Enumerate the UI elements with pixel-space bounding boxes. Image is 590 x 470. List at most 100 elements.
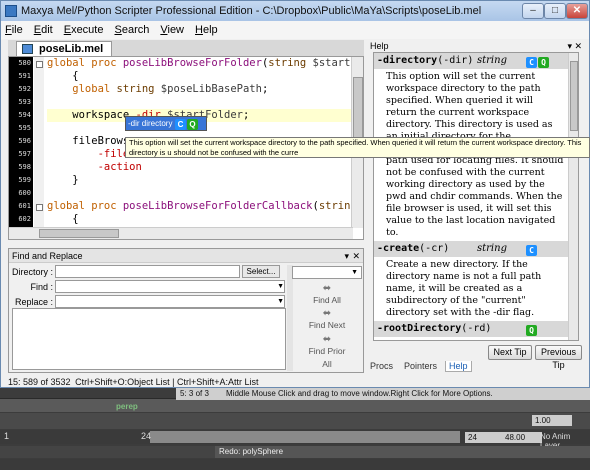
help-panel: Help ▾ ✕ -directory(-dir) string C Q This op… xyxy=(367,40,584,372)
line-number: 602 xyxy=(18,215,31,223)
create-badge: C xyxy=(175,119,186,130)
autocomplete-popup[interactable]: -dir directory CQ xyxy=(125,116,207,131)
code-line[interactable]: global proc poseLibBrowseForFolderCallba… xyxy=(47,200,352,213)
line-number-gutter: 580 591 592 593 594 595 596 597 598 599 600 601 602 xyxy=(9,57,33,228)
replace-dropdown-icon[interactable]: ▼ xyxy=(277,298,284,305)
menu-label-rest: earch xyxy=(121,24,150,36)
query-badge: Q xyxy=(538,57,549,68)
maximize-button[interactable]: □ xyxy=(544,3,566,19)
menu-help[interactable]: Help xyxy=(195,24,218,36)
code-token: string xyxy=(318,200,352,212)
code-token: global proc xyxy=(47,57,123,69)
query-badge: Q xyxy=(187,119,198,130)
menu-accelerator: E xyxy=(33,24,42,36)
flag-tooltip: This option will set the current workspa… xyxy=(125,137,590,158)
maya-time-slider[interactable] xyxy=(0,398,590,412)
menu-search[interactable]: Search xyxy=(114,24,149,36)
binoculars-icon: ⬌ xyxy=(322,283,332,294)
code-token: ; xyxy=(243,109,250,121)
menu-execute[interactable]: Execute xyxy=(64,24,104,36)
help-scrollbar[interactable] xyxy=(568,53,578,340)
help-flag-short: (-dir) xyxy=(437,55,474,66)
find-all-files-button[interactable]: All xyxy=(299,359,355,369)
menu-edit[interactable]: Edit xyxy=(34,24,53,36)
code-token: string xyxy=(116,83,155,95)
directory-field[interactable] xyxy=(55,265,240,278)
fold-toggle-icon[interactable] xyxy=(34,200,44,213)
select-directory-button[interactable]: Select... xyxy=(242,265,280,278)
menu-label-rest: xecute xyxy=(71,24,104,36)
help-flag-name: -directory xyxy=(377,55,438,66)
maya-range-end-field[interactable]: 24 xyxy=(465,432,505,443)
help-title: Help xyxy=(370,41,389,51)
help-flag-row: -directory(-dir) string C Q xyxy=(374,53,570,69)
find-results-area[interactable] xyxy=(12,308,286,370)
line-number: 597 xyxy=(18,150,31,158)
help-tab-procs[interactable]: Procs xyxy=(367,361,396,371)
fold-margin[interactable] xyxy=(34,57,44,228)
fold-toggle-icon[interactable] xyxy=(34,57,44,70)
maya-command-line[interactable]: Redo: polySphere xyxy=(0,446,590,458)
help-flag-badges: C xyxy=(525,243,537,259)
help-flag-badges: CQ xyxy=(525,55,549,71)
code-token: { xyxy=(47,213,79,225)
editor-hscroll-thumb[interactable] xyxy=(39,229,119,238)
help-tab-help[interactable]: Help xyxy=(445,361,472,372)
help-flag-type: string xyxy=(477,55,507,66)
code-token: global proc xyxy=(47,200,123,212)
close-icon[interactable]: ✕ xyxy=(352,249,360,263)
code-line[interactable] xyxy=(47,96,352,109)
find-scrollbar[interactable] xyxy=(287,265,293,371)
code-line[interactable]: { xyxy=(47,213,352,226)
menu-accelerator: S xyxy=(114,24,122,36)
code-line[interactable]: } xyxy=(47,174,352,187)
find-next-button[interactable]: ⬌ Find Next xyxy=(299,309,355,331)
menu-file[interactable]: File xyxy=(5,24,23,36)
find-all-files-label: All xyxy=(322,359,332,369)
title-bar[interactable]: Maxya Mel/Python Scripter Professional E… xyxy=(1,1,589,21)
maya-range-bar[interactable] xyxy=(150,431,460,443)
code-line[interactable] xyxy=(47,187,352,200)
help-entries: -directory(-dir) string C Q This option will… xyxy=(374,53,570,340)
cursor-position: 15: 589 of 3532 xyxy=(8,377,71,387)
menu-view[interactable]: View xyxy=(160,24,184,36)
maya-frame-field[interactable]: 1.00 xyxy=(532,415,572,426)
help-tab-pointers[interactable]: Pointers xyxy=(401,361,440,371)
code-token: poseLibBrowseForFolderCallback xyxy=(122,200,313,212)
help-scroll-thumb[interactable] xyxy=(570,61,578,131)
find-prior-button[interactable]: ⬌ Find Prior xyxy=(299,335,355,357)
menu-label-rest: ile xyxy=(11,24,23,36)
line-number: 592 xyxy=(18,85,31,93)
close-button[interactable]: ✕ xyxy=(566,3,588,19)
find-next-label: Find Next xyxy=(308,320,346,330)
pin-icon[interactable]: ▾ xyxy=(344,249,349,263)
code-line[interactable]: global string $poseLibBasePath; xyxy=(47,83,352,96)
find-all-button[interactable]: ⬌ Find All xyxy=(299,283,355,306)
find-dropdown-icon[interactable]: ▼ xyxy=(277,283,284,290)
status-bar: 15: 589 of 3532 Ctrl+Shift+O:Object List… xyxy=(8,376,364,388)
editor-tab-poselib[interactable]: poseLib.mel xyxy=(16,41,113,56)
menu-label-rest: dit xyxy=(41,24,53,36)
help-content-area[interactable]: -directory(-dir) string C Q This option will… xyxy=(373,52,579,341)
previous-tip-button[interactable]: Previous Tip xyxy=(535,345,582,370)
code-line[interactable]: { xyxy=(47,70,352,83)
next-tip-button[interactable]: Next Tip xyxy=(488,345,532,360)
help-flag-short: (-cr) xyxy=(419,243,450,254)
help-flag-description: Returns the root directory of the worksp… xyxy=(374,339,570,340)
maya-range-max-field[interactable]: 48.00 xyxy=(502,432,542,443)
editor-horizontal-scrollbar[interactable] xyxy=(9,227,353,239)
line-number: 596 xyxy=(18,137,31,145)
autocomplete-item[interactable]: -dir directory CQ xyxy=(126,117,206,130)
replace-field[interactable]: ▼ xyxy=(55,295,285,308)
find-field[interactable]: ▼ xyxy=(55,280,285,293)
search-scope-dropdown[interactable]: ▼ xyxy=(292,266,362,279)
minimize-button[interactable]: – xyxy=(522,3,544,19)
editor-tabstrip: poseLib.mel xyxy=(8,40,364,56)
code-line[interactable]: global proc poseLibBrowseForFolder(strin… xyxy=(47,57,352,70)
code-line[interactable]: -action xyxy=(47,161,352,174)
